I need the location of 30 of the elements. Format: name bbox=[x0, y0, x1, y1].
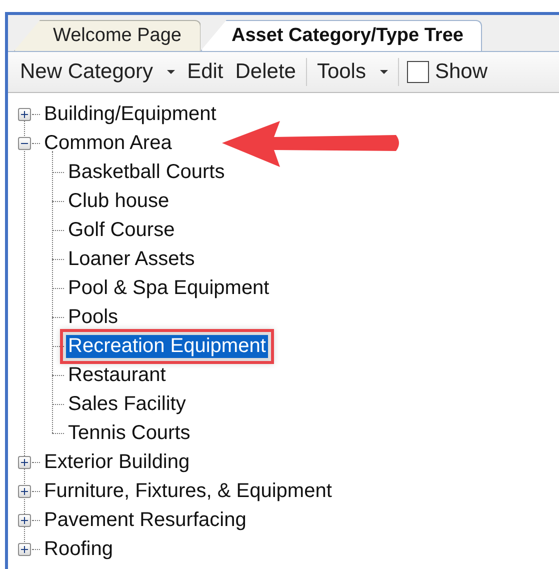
tree-item[interactable]: Furniture, Fixtures, & Equipment bbox=[42, 480, 334, 503]
toolbar-button[interactable]: Edit bbox=[181, 60, 230, 84]
tab[interactable]: Welcome Page bbox=[14, 20, 200, 51]
expand-icon[interactable] bbox=[18, 543, 31, 556]
expand-icon[interactable] bbox=[18, 108, 31, 121]
tab[interactable]: Asset Category/Type Tree bbox=[200, 20, 482, 51]
tree-item[interactable]: Pools bbox=[66, 306, 120, 329]
tree-item[interactable]: Golf Course bbox=[66, 219, 177, 242]
tree-item[interactable]: Sales Facility bbox=[66, 393, 188, 416]
tree-item[interactable]: Loaner Assets bbox=[66, 248, 197, 271]
tree-item[interactable]: Recreation Equipment bbox=[66, 335, 268, 358]
expand-icon[interactable] bbox=[18, 514, 31, 527]
toolbar-button[interactable]: Delete bbox=[229, 60, 302, 84]
checkbox[interactable] bbox=[406, 61, 429, 83]
dropdown-button[interactable]: Tools bbox=[310, 60, 394, 84]
dropdown-button[interactable]: New Category bbox=[14, 60, 182, 84]
tree-item[interactable]: Basketball Courts bbox=[66, 161, 227, 184]
tree-item[interactable]: Club house bbox=[66, 190, 172, 213]
collapse-icon[interactable] bbox=[18, 137, 31, 150]
expand-icon[interactable] bbox=[18, 485, 31, 498]
checkbox-label: Show bbox=[434, 60, 489, 84]
tree-item[interactable]: Pavement Resurfacing bbox=[42, 509, 248, 532]
expand-icon[interactable] bbox=[18, 456, 31, 469]
tree-item[interactable]: Tennis Courts bbox=[66, 422, 192, 445]
tree-item[interactable]: Roofing bbox=[42, 538, 115, 561]
tree-item[interactable]: Common Area bbox=[42, 132, 174, 155]
tree-item[interactable]: Exterior Building bbox=[42, 451, 192, 474]
tree-item[interactable]: Pool & Spa Equipment bbox=[66, 277, 272, 300]
tree-item[interactable]: Building/Equipment bbox=[42, 103, 218, 126]
tree-item[interactable]: Restaurant bbox=[66, 364, 168, 387]
